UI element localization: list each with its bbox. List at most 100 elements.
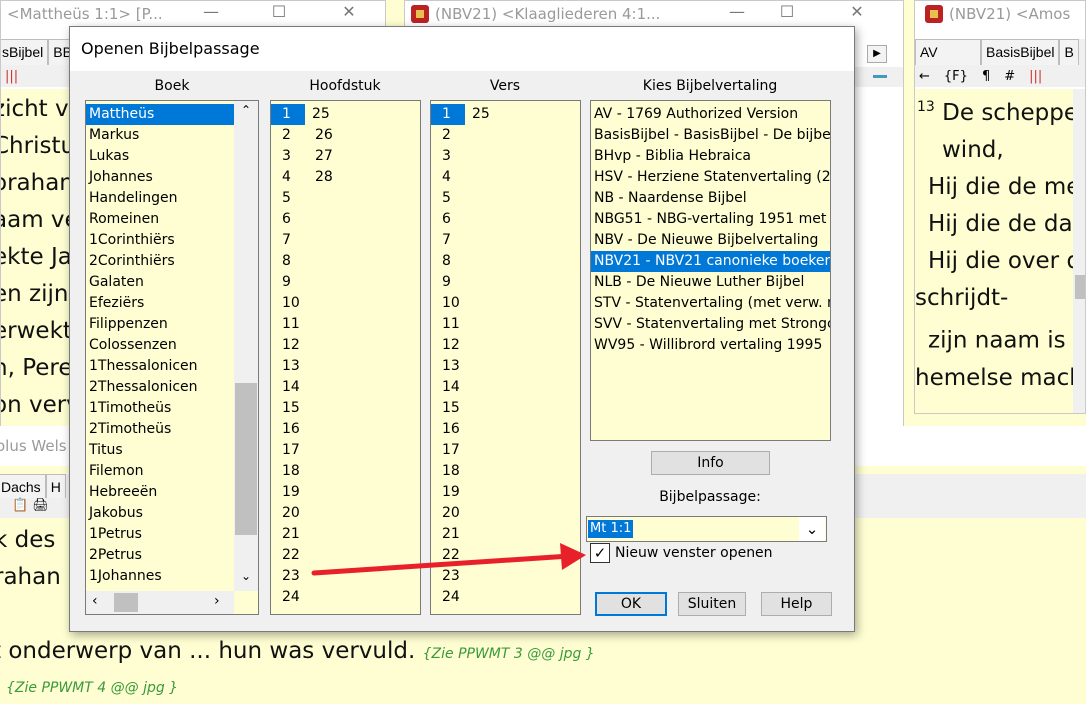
verse-item[interactable]: 9	[431, 272, 468, 293]
tab-scroll-right-icon[interactable]: ▶	[867, 45, 887, 63]
reference-link[interactable]: {Zie PPWMT 3 @@ jpg }	[423, 646, 595, 662]
info-button[interactable]: Info	[651, 451, 770, 475]
chapter-item[interactable]: 4	[271, 167, 308, 188]
chapter-list[interactable]: 1 25 2 26 3 27 4 28 5 6 7 8 9 10 11 12 13 14 15 16 17 18 19 20 2…	[270, 100, 421, 615]
maximize-icon[interactable]: ☐	[767, 1, 807, 25]
right-scrollbar[interactable]	[1073, 89, 1085, 413]
chapter-item[interactable]: 11	[271, 314, 308, 335]
passage-combobox[interactable]: Mt 1:1 ⌄	[586, 516, 827, 542]
tab-dachs[interactable]: Dachs	[0, 474, 46, 498]
chapter-item[interactable]: 25	[312, 106, 330, 122]
chapter-item[interactable]: 6	[271, 209, 308, 230]
book-item[interactable]: 2Corinthiërs	[86, 251, 234, 272]
chapter-item[interactable]: 24	[271, 587, 308, 608]
translation-item[interactable]: HSV - Herziene Statenvertaling (20	[591, 167, 830, 188]
scroll-up-marker[interactable]	[873, 75, 887, 78]
chapter-item[interactable]: 14	[271, 377, 308, 398]
chapter-item[interactable]: 17	[271, 440, 308, 461]
chapter-item[interactable]: 1	[271, 104, 305, 125]
book-item[interactable]: Johannes	[86, 167, 234, 188]
chapter-item[interactable]: 7	[271, 230, 308, 251]
verse-item[interactable]: 2	[431, 125, 468, 146]
scroll-thumb[interactable]	[235, 383, 257, 535]
passage-input[interactable]: Mt 1:1	[588, 520, 634, 538]
book-item[interactable]: 1Thessalonicen	[86, 356, 234, 377]
scroll-left-icon[interactable]: ‹	[92, 593, 98, 609]
verse-item[interactable]: 7	[431, 230, 468, 251]
close-icon[interactable]: ✕	[837, 1, 877, 25]
verse-item[interactable]: 4	[431, 167, 468, 188]
verse-item[interactable]: 1	[431, 104, 465, 125]
verse-item[interactable]: 24	[431, 587, 468, 608]
chapter-item[interactable]: 5	[271, 188, 308, 209]
verse-item[interactable]: 15	[431, 398, 468, 419]
verse-item[interactable]: 3	[431, 146, 468, 167]
scroll-down-icon[interactable]: ⌄	[234, 569, 258, 587]
print-icon[interactable]: 🖨	[32, 498, 49, 513]
verse-item[interactable]: 6	[431, 209, 468, 230]
chapter-item[interactable]: 20	[271, 503, 308, 524]
chapter-item[interactable]: 3	[271, 146, 308, 167]
book-horizontal-scrollbar[interactable]: ‹ ›	[86, 591, 234, 614]
copy-icon[interactable]: 📋	[12, 498, 28, 513]
verse-item[interactable]: 17	[431, 440, 468, 461]
book-item[interactable]: Romeinen	[86, 209, 234, 230]
tab-av[interactable]: AV	[915, 39, 981, 65]
verse-item[interactable]: 22	[431, 545, 468, 566]
tab-h[interactable]: H	[45, 474, 66, 498]
chapter-item[interactable]: 21	[271, 524, 308, 545]
new-window-checkbox[interactable]: ✓	[590, 543, 610, 563]
close-button[interactable]: Sluiten	[678, 592, 746, 616]
help-button[interactable]: Help	[761, 592, 832, 616]
translation-list[interactable]: AV - 1769 Authorized Version BasisBijbel …	[590, 100, 831, 441]
scroll-thumb[interactable]	[114, 593, 138, 612]
book-item[interactable]: Efeziërs	[86, 293, 234, 314]
book-item[interactable]: 1Corinthiërs	[86, 230, 234, 251]
chapter-item[interactable]: 9	[271, 272, 308, 293]
translation-item[interactable]: NLB - De Nieuwe Luther Bijbel	[591, 272, 830, 293]
tab-basisbijbel[interactable]: BasisBijbel	[981, 39, 1060, 65]
verse-item[interactable]: 11	[431, 314, 468, 335]
chapter-item[interactable]: 8	[271, 251, 308, 272]
book-item[interactable]: Galaten	[86, 272, 234, 293]
book-item[interactable]: Filippenzen	[86, 314, 234, 335]
chapter-item[interactable]: 12	[271, 335, 308, 356]
book-vertical-scrollbar[interactable]: ⌃ ⌄	[234, 101, 258, 591]
chapter-item[interactable]: 13	[271, 356, 308, 377]
book-item[interactable]: 2Thessalonicen	[86, 377, 234, 398]
verse-item[interactable]: 8	[431, 251, 468, 272]
format-toggle[interactable]: {F}	[944, 69, 968, 84]
close-icon[interactable]: ✕	[329, 1, 369, 25]
bookmark-icon[interactable]: |||	[5, 69, 18, 84]
translation-item[interactable]: SVV - Statenvertaling met Strongc	[591, 314, 830, 335]
translation-item[interactable]: WV95 - Willibrord vertaling 1995	[591, 335, 830, 356]
chapter-item[interactable]: 22	[271, 545, 308, 566]
translation-item[interactable]: NBG51 - NBG-vertaling 1951 met	[591, 209, 830, 230]
chapter-item[interactable]: 18	[271, 461, 308, 482]
book-item[interactable]: Markus	[86, 125, 234, 146]
verse-item[interactable]: 19	[431, 482, 468, 503]
book-item[interactable]: 1Johannes	[86, 566, 234, 587]
maximize-icon[interactable]: ☐	[259, 1, 299, 25]
book-item[interactable]: 2Petrus	[86, 545, 234, 566]
scroll-up-icon[interactable]: ⌃	[234, 103, 258, 121]
chapter-item[interactable]: 2	[271, 125, 308, 146]
chapter-item[interactable]: 19	[271, 482, 308, 503]
chapter-item[interactable]: 27	[315, 148, 333, 164]
verse-item[interactable]: 18	[431, 461, 468, 482]
number-toggle[interactable]: #	[1004, 69, 1015, 84]
book-item[interactable]: Handelingen	[86, 188, 234, 209]
verse-item[interactable]: 25	[472, 106, 490, 122]
chapter-item[interactable]: 10	[271, 293, 308, 314]
chapter-item[interactable]: 15	[271, 398, 308, 419]
verse-item[interactable]: 20	[431, 503, 468, 524]
book-item[interactable]: Titus	[86, 440, 234, 461]
book-item[interactable]: Mattheüs	[86, 104, 234, 125]
book-item[interactable]: Jakobus	[86, 503, 234, 524]
book-item[interactable]: Colossenzen	[86, 335, 234, 356]
translation-item[interactable]: AV - 1769 Authorized Version	[591, 104, 830, 125]
translation-item[interactable]: NBV21 - NBV21 canonieke boeken	[591, 251, 830, 272]
bookmark-icon[interactable]: |||	[1029, 69, 1042, 84]
tab-b[interactable]: B	[1059, 39, 1079, 65]
verse-item[interactable]: 5	[431, 188, 468, 209]
